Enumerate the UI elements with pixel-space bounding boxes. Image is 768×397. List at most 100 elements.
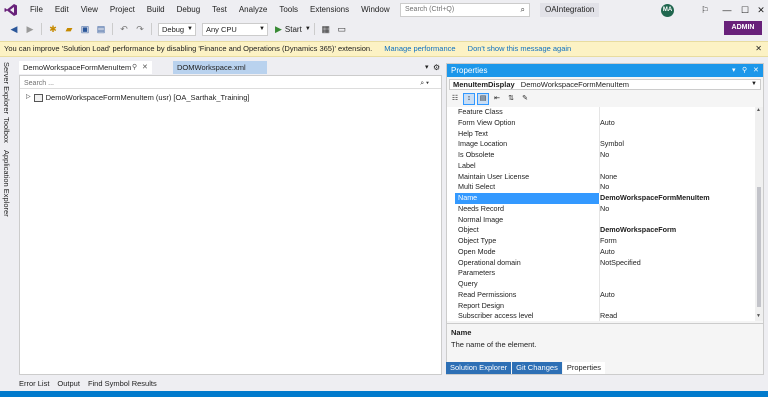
property-row[interactable]: Name DemoWorkspaceFormMenuItem — [447, 193, 755, 204]
application-explorer-tab[interactable]: Application Explorer — [2, 150, 11, 217]
solution-name[interactable]: OAIntegration — [540, 3, 600, 17]
property-row[interactable]: Help Text — [447, 129, 755, 140]
property-value[interactable]: NotSpecified — [600, 258, 641, 269]
property-grid-scrollbar[interactable]: ▲ ▼ — [755, 107, 763, 321]
property-value[interactable]: None — [600, 172, 617, 183]
property-row[interactable]: Is Obsolete No — [447, 150, 755, 161]
property-row[interactable]: Object DemoWorkspaceForm — [447, 225, 755, 236]
dismiss-message-link[interactable]: Don't show this message again — [468, 44, 572, 53]
window-layout-icon[interactable]: ▭ — [336, 23, 348, 35]
scrollbar-thumb[interactable] — [757, 187, 761, 307]
server-explorer-tab[interactable]: Server Explorer — [2, 62, 11, 114]
scroll-up-icon[interactable]: ▲ — [756, 107, 761, 113]
settings-gear-icon[interactable]: ⚙ — [433, 61, 440, 74]
close-icon[interactable]: ✕ — [755, 42, 762, 56]
configuration-select[interactable]: Debug ▼ — [158, 22, 196, 36]
pin-icon[interactable]: ⚲ — [742, 64, 747, 77]
property-value[interactable]: DemoWorkspaceForm — [600, 225, 676, 236]
new-project-icon[interactable]: ✱ — [47, 23, 59, 35]
save-icon[interactable]: ▣ — [79, 23, 91, 35]
designer-search-input[interactable]: Search ... ⌕ ▾ — [20, 78, 441, 89]
events-icon[interactable]: ⇤ — [491, 93, 503, 105]
property-value[interactable]: Auto — [600, 290, 615, 301]
property-row[interactable]: Operational domain NotSpecified — [447, 258, 755, 269]
property-value[interactable]: No — [600, 204, 609, 215]
close-icon[interactable]: ✕ — [142, 61, 148, 74]
window-position-icon[interactable]: ▾ — [732, 64, 736, 77]
property-row[interactable]: Parameters — [447, 268, 755, 279]
menu-item-tools[interactable]: Tools — [273, 0, 304, 20]
scroll-down-icon[interactable]: ▼ — [756, 313, 761, 319]
admin-badge[interactable]: ADMIN — [724, 21, 762, 35]
property-row[interactable]: Subscriber access level Read — [447, 311, 755, 321]
property-row[interactable]: Object Type Form — [447, 236, 755, 247]
pin-icon[interactable]: ⚲ — [132, 61, 137, 74]
platform-select[interactable]: Any CPU ▼ — [202, 22, 268, 36]
avatar[interactable]: MA — [661, 4, 674, 17]
browser-link-icon[interactable]: ▦ — [320, 23, 332, 35]
categorized-icon[interactable]: ☷ — [449, 93, 461, 105]
object-selector[interactable]: MenuItemDisplay DemoWorkspaceFormMenuIte… — [449, 79, 761, 90]
tab-overflow-icon[interactable]: ▾ — [425, 61, 429, 74]
property-value[interactable]: Auto — [600, 247, 615, 258]
property-name: Object — [458, 225, 479, 235]
tab-output[interactable]: Output — [53, 377, 84, 391]
property-row[interactable]: Normal Image — [447, 215, 755, 226]
undo-icon[interactable]: ↶ — [118, 23, 130, 35]
menu-item-test[interactable]: Test — [206, 0, 233, 20]
search-input[interactable]: Search (Ctrl+Q) ⌕ — [400, 3, 530, 17]
toolbox-tab[interactable]: Toolbox — [2, 117, 11, 143]
manage-performance-link[interactable]: Manage performance — [384, 44, 455, 53]
description-title: Name — [451, 328, 472, 337]
sort-icon[interactable]: ⇅ — [505, 93, 517, 105]
property-row[interactable]: Feature Class — [447, 107, 755, 118]
menu-item-project[interactable]: Project — [104, 0, 141, 20]
forward-icon[interactable]: ▶ — [24, 23, 36, 35]
back-icon[interactable]: ◀ — [8, 23, 20, 35]
property-row[interactable]: Read Permissions Auto — [447, 290, 755, 301]
menu-item-window[interactable]: Window — [355, 0, 395, 20]
redo-icon[interactable]: ↷ — [134, 23, 146, 35]
property-row[interactable]: Maintain User License None — [447, 172, 755, 183]
open-folder-icon[interactable]: ▰ — [63, 23, 75, 35]
tree-node-root[interactable]: ▷ DemoWorkspaceFormMenuItem (usr) [OA_Sa… — [26, 92, 249, 103]
property-value[interactable]: Form — [600, 236, 617, 247]
start-button[interactable]: ▶ Start ▼ — [275, 24, 311, 35]
property-row[interactable]: Multi Select No — [447, 182, 755, 193]
tab-domworkspace-xml[interactable]: DOMWorkspace.xml — [173, 61, 267, 74]
menu-item-build[interactable]: Build — [141, 0, 171, 20]
close-icon[interactable]: ✕ — [753, 64, 759, 77]
save-all-icon[interactable]: ▤ — [95, 23, 107, 35]
tab-demoworkspaceformmenuitem[interactable]: DemoWorkspaceFormMenuItem ⚲ ✕ — [19, 61, 152, 74]
menu-item-debug[interactable]: Debug — [171, 0, 207, 20]
property-row[interactable]: Needs Record No — [447, 204, 755, 215]
property-row[interactable]: Query — [447, 279, 755, 290]
properties-icon[interactable]: ▤ — [477, 92, 489, 105]
feedback-icon[interactable]: ⚐ — [694, 0, 716, 20]
property-value[interactable]: Symbol — [600, 139, 624, 150]
property-row[interactable]: Label — [447, 161, 755, 172]
property-value[interactable]: Auto — [600, 118, 615, 129]
property-row[interactable]: Report Design — [447, 301, 755, 312]
menu-item-file[interactable]: File — [24, 0, 49, 20]
tab-properties[interactable]: Properties — [562, 362, 606, 374]
menu-item-analyze[interactable]: Analyze — [233, 0, 273, 20]
property-value[interactable]: DemoWorkspaceFormMenuItem — [600, 193, 710, 204]
menu-item-view[interactable]: View — [75, 0, 104, 20]
property-value[interactable]: Read — [600, 311, 617, 321]
close-icon[interactable]: ✕ — [750, 0, 768, 20]
property-row[interactable]: Form View Option Auto — [447, 118, 755, 129]
menu-item-edit[interactable]: Edit — [49, 0, 75, 20]
property-row[interactable]: Open Mode Auto — [447, 247, 755, 258]
expand-icon[interactable]: ▷ — [26, 92, 31, 103]
alphabetical-icon[interactable]: ↕ — [463, 92, 475, 105]
tab-find-symbol-results[interactable]: Find Symbol Results — [84, 377, 161, 391]
tab-git-changes[interactable]: Git Changes — [512, 362, 562, 374]
property-value[interactable]: No — [600, 182, 609, 193]
tab-error-list[interactable]: Error List — [15, 377, 53, 391]
property-value[interactable]: No — [600, 150, 609, 161]
menu-item-extensions[interactable]: Extensions — [304, 0, 355, 20]
tab-solution-explorer[interactable]: Solution Explorer — [446, 362, 512, 374]
property-row[interactable]: Image Location Symbol — [447, 139, 755, 150]
wrench-icon[interactable]: ✎ — [519, 93, 531, 105]
